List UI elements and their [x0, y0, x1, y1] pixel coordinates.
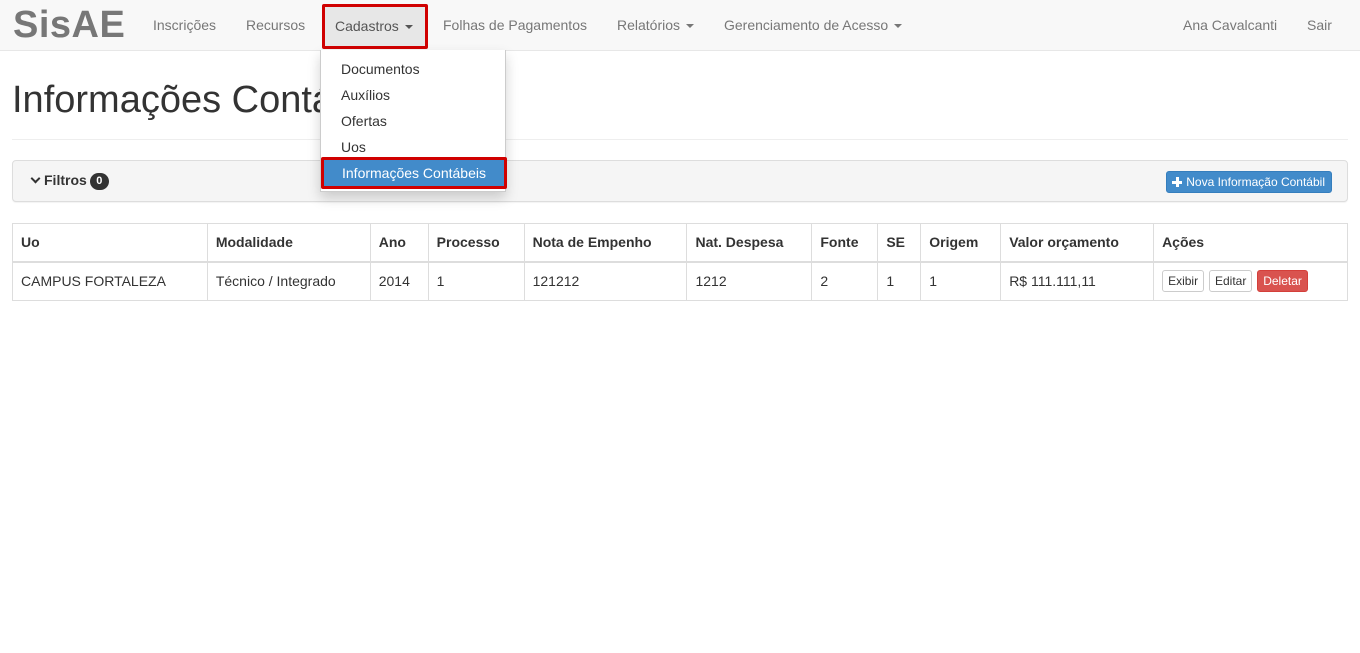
- caret-down-icon: [404, 25, 413, 30]
- plus-icon: [1172, 177, 1183, 187]
- table-cell-ano: 2014: [369, 261, 429, 301]
- cadastros-dropdown-menu: Documentos Auxílios Ofertas Uos Informaç…: [320, 50, 507, 192]
- column-header[interactable]: SE: [877, 223, 922, 263]
- column-header[interactable]: Processo: [427, 223, 525, 263]
- table-cell-origem: 1: [920, 261, 1002, 301]
- table-cell-fonte: 2: [811, 261, 879, 301]
- table-cell-se: 1: [877, 261, 922, 301]
- nav-relatorios-label: Relatórios: [617, 17, 681, 33]
- nav-cadastros-label: Cadastros: [335, 18, 399, 34]
- column-header[interactable]: Origem: [920, 223, 1002, 263]
- dropdown-item-ofertas[interactable]: Ofertas: [321, 108, 505, 134]
- column-header[interactable]: Uo: [12, 223, 208, 263]
- table-cell-nota-de-empenho: 121212: [523, 261, 688, 301]
- table-cell-processo: 1: [427, 261, 525, 301]
- filters-toggle[interactable]: Filtros 0: [30, 172, 109, 190]
- filters-panel: Filtros 0 Nova Informação Contábil: [12, 160, 1348, 202]
- nav-recursos[interactable]: Recursos: [246, 0, 305, 50]
- caret-down-icon: [894, 24, 903, 29]
- navbar: SisAE Inscrições Recursos Cadastros Folh…: [0, 0, 1360, 51]
- nav-logout[interactable]: Sair: [1307, 0, 1332, 50]
- nav-cadastros[interactable]: Cadastros: [322, 4, 428, 49]
- table-cell-nat-despesa: 1212: [686, 261, 813, 301]
- show-button[interactable]: Exibir: [1162, 270, 1205, 293]
- table-row: CAMPUS FORTALEZA Técnico / Integrado 201…: [12, 261, 1348, 301]
- table-cell-valor-orcamento: R$ 111.111,11: [1000, 261, 1155, 301]
- edit-button[interactable]: Editar: [1208, 270, 1253, 293]
- nav-folhas-de-pagamentos[interactable]: Folhas de Pagamentos: [443, 0, 587, 50]
- delete-button[interactable]: Deletar: [1257, 270, 1308, 293]
- table-cell-actions: Exibir Editar Deletar: [1153, 261, 1348, 301]
- new-button-label: Nova Informação Contábil: [1186, 175, 1325, 189]
- column-header[interactable]: Valor orçamento: [1000, 223, 1155, 263]
- brand-logo[interactable]: SisAE: [13, 4, 125, 46]
- table-cell-uo: CAMPUS FORTALEZA: [12, 261, 208, 301]
- nav-inscricoes[interactable]: Inscrições: [153, 0, 216, 50]
- page-header-divider: [12, 139, 1348, 140]
- nav-user[interactable]: Ana Cavalcanti: [1183, 0, 1277, 50]
- dropdown-item-informacoes-contabeis[interactable]: Informações Contábeis: [321, 157, 507, 189]
- dropdown-item-documentos[interactable]: Documentos: [321, 56, 505, 82]
- caret-down-icon: [686, 24, 695, 29]
- column-header[interactable]: Ano: [369, 223, 429, 263]
- filters-count-badge: 0: [89, 173, 109, 190]
- column-header: Ações: [1153, 223, 1348, 263]
- table-cell-modalidade: Técnico / Integrado: [206, 261, 371, 301]
- column-header[interactable]: Fonte: [811, 223, 879, 263]
- table-header-row: Uo Modalidade Ano Processo Nota de Empen…: [12, 223, 1348, 263]
- nav-relatorios[interactable]: Relatórios: [617, 0, 695, 50]
- nav-gerenciamento-de-acesso[interactable]: Gerenciamento de Acesso: [724, 0, 903, 50]
- dropdown-item-auxilios[interactable]: Auxílios: [321, 82, 505, 108]
- filters-label: Filtros: [44, 172, 87, 188]
- column-header[interactable]: Nota de Empenho: [523, 223, 688, 263]
- column-header[interactable]: Nat. Despesa: [686, 223, 813, 263]
- chevron-down-icon: [30, 173, 41, 184]
- accounting-info-table: Uo Modalidade Ano Processo Nota de Empen…: [12, 223, 1348, 301]
- new-accounting-info-button[interactable]: Nova Informação Contábil: [1166, 171, 1332, 193]
- nav-gerenciamento-label: Gerenciamento de Acesso: [724, 17, 889, 33]
- column-header[interactable]: Modalidade: [206, 223, 371, 263]
